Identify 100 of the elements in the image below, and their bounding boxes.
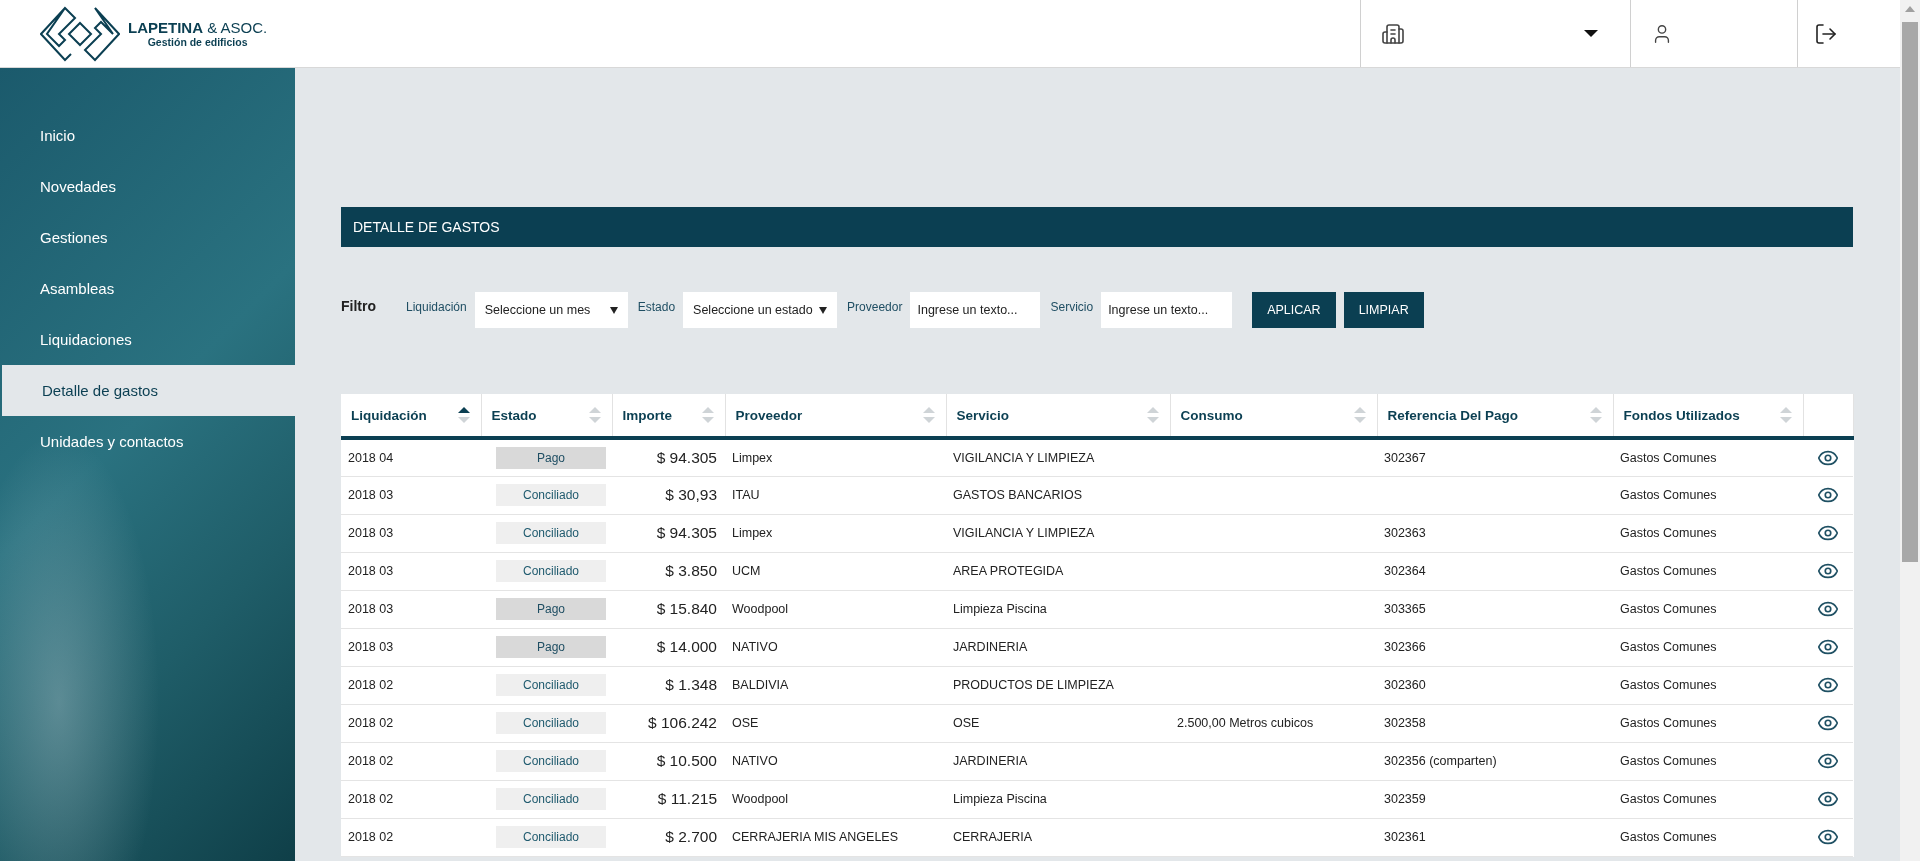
table-cell: Gastos Comunes	[1620, 640, 1717, 654]
scrollbar-thumb[interactable]	[1902, 22, 1918, 562]
table-cell: 2.500,00 Metros cubicos	[1177, 716, 1314, 730]
sidebar-item[interactable]: Asambleas	[0, 263, 295, 314]
table-cell: Gastos Comunes	[1620, 450, 1717, 465]
table-cell: $ 1.348	[665, 676, 717, 693]
table-cell: $ 94.305	[656, 448, 717, 466]
table-cell: Gastos Comunes	[1620, 526, 1717, 540]
table-cell: Limpieza Piscina	[953, 602, 1047, 616]
table-cell: Limpieza Piscina	[953, 792, 1047, 806]
table-cell: NATIVO	[732, 754, 778, 768]
column-header[interactable]: Consumo	[1180, 407, 1243, 423]
table-cell: Woodpool	[732, 602, 789, 616]
caret-icon	[609, 306, 618, 314]
sort-icon[interactable]	[456, 405, 471, 425]
table-cell: PRODUCTOS DE LIMPIEZA	[953, 678, 1114, 692]
logout-icon[interactable]	[1814, 21, 1838, 46]
table-cell: 302356 (comparten)	[1384, 754, 1497, 768]
logo-icon	[40, 5, 120, 62]
filter-label: Estado	[637, 300, 676, 314]
scrollbar[interactable]	[1900, 0, 1920, 861]
filter-input[interactable]: Ingrese un texto...	[910, 292, 1041, 328]
status-badge: Conciliado	[496, 560, 606, 582]
column-header[interactable]: Servicio	[956, 407, 1010, 423]
filter-select[interactable]: Seleccione un mes	[474, 292, 628, 328]
table-cell: 302363	[1384, 526, 1426, 540]
sidebar-item[interactable]: Inicio	[0, 110, 295, 161]
table-cell: 2018 02	[348, 792, 394, 806]
status-badge: Conciliado	[496, 788, 606, 810]
filter-input[interactable]: Ingrese un texto...	[1101, 292, 1233, 328]
table-cell: $ 15.840	[656, 600, 717, 617]
table-cell: GASTOS BANCARIOS	[953, 488, 1082, 502]
filter-label: Servicio	[1050, 300, 1094, 314]
caret-icon	[819, 306, 828, 314]
filter-select[interactable]: Seleccione un estado	[683, 292, 838, 328]
table-cell: VIGILANCIA Y LIMPIEZA	[953, 526, 1095, 540]
table-cell: $ 11.215	[657, 790, 717, 807]
status-badge: Pago	[496, 598, 606, 620]
status-badge: Conciliado	[496, 484, 606, 506]
table-cell: JARDINERIA	[953, 640, 1028, 654]
column-header[interactable]: Estado	[491, 407, 537, 423]
sidebar-item[interactable]: Gestiones	[0, 212, 295, 263]
table-cell: 2018 03	[348, 640, 394, 654]
sidebar-item[interactable]: Unidades y contactos	[0, 416, 295, 467]
table-cell: 2018 03	[348, 488, 394, 502]
table-cell: Gastos Comunes	[1620, 678, 1717, 692]
table-cell: 2018 03	[348, 564, 394, 578]
table-cell: OSE	[732, 716, 759, 730]
table-cell: $ 30,93	[665, 486, 717, 503]
table-cell: Gastos Comunes	[1620, 564, 1717, 578]
table-cell: 2018 03	[348, 526, 394, 540]
column-header[interactable]: Liquidación	[351, 407, 427, 423]
table-cell: $ 106.242	[648, 714, 717, 731]
table-cell: 302359	[1384, 792, 1426, 806]
table-cell: $ 94.305	[656, 524, 717, 541]
column-header[interactable]: Importe	[622, 407, 672, 423]
status-badge: Conciliado	[496, 750, 606, 772]
table-cell: JARDINERIA	[953, 754, 1028, 768]
table-cell: Gastos Comunes	[1620, 716, 1717, 730]
table-cell: VIGILANCIA Y LIMPIEZA	[953, 450, 1095, 465]
sidebar-item[interactable]: Novedades	[0, 161, 295, 212]
table-cell: Gastos Comunes	[1620, 792, 1717, 806]
filter-button[interactable]: LIMPIAR	[1343, 292, 1424, 328]
table-cell: 302358	[1384, 716, 1426, 730]
table-cell: 302360	[1384, 678, 1426, 692]
column-header[interactable]: Proveedor	[735, 407, 803, 423]
column-header[interactable]: Fondos Utilizados	[1623, 407, 1740, 423]
table-cell: 302366	[1384, 640, 1426, 654]
table-cell: $ 2.700	[665, 828, 717, 845]
table-cell: Gastos Comunes	[1620, 602, 1717, 616]
table-cell: Woodpool	[732, 792, 789, 806]
table-cell: Gastos Comunes	[1620, 830, 1717, 844]
brand-tagline: Gestión de edificios	[147, 36, 248, 48]
status-badge: Conciliado	[496, 826, 606, 848]
building-icon	[1381, 21, 1405, 46]
table-cell: NATIVO	[732, 640, 778, 654]
table-cell: BALDIVIA	[732, 678, 789, 692]
table-cell: $ 14.000	[656, 638, 717, 655]
status-badge: Conciliado	[496, 712, 606, 734]
caret-icon	[1584, 30, 1598, 37]
table-cell: 302361	[1384, 830, 1426, 844]
sidebar-item[interactable]: Liquidaciones	[0, 314, 295, 365]
table-cell: UCM	[732, 564, 761, 578]
table-cell: 303365	[1384, 602, 1426, 616]
table-cell: $ 10.500	[656, 752, 717, 769]
status-badge: Pago	[496, 636, 606, 658]
table-cell: 2018 04	[348, 450, 394, 465]
table-cell: OSE	[953, 716, 980, 730]
table-cell: AREA PROTEGIDA	[953, 564, 1064, 578]
table-cell: 2018 03	[348, 602, 394, 616]
table-cell: Gastos Comunes	[1620, 488, 1717, 502]
status-badge: Pago	[496, 446, 606, 469]
filter-title: Filtro	[341, 298, 376, 314]
filter-button[interactable]: APLICAR	[1252, 292, 1336, 328]
panel-title: DETALLE DE GASTOS	[341, 207, 1853, 247]
table-cell: $ 3.850	[665, 562, 717, 579]
table-cell: 2018 02	[348, 678, 394, 692]
sidebar-item[interactable]: Detalle de gastos	[2, 365, 295, 416]
table-cell: 2018 02	[348, 716, 394, 730]
column-header[interactable]: Referencia Del Pago	[1387, 407, 1519, 423]
